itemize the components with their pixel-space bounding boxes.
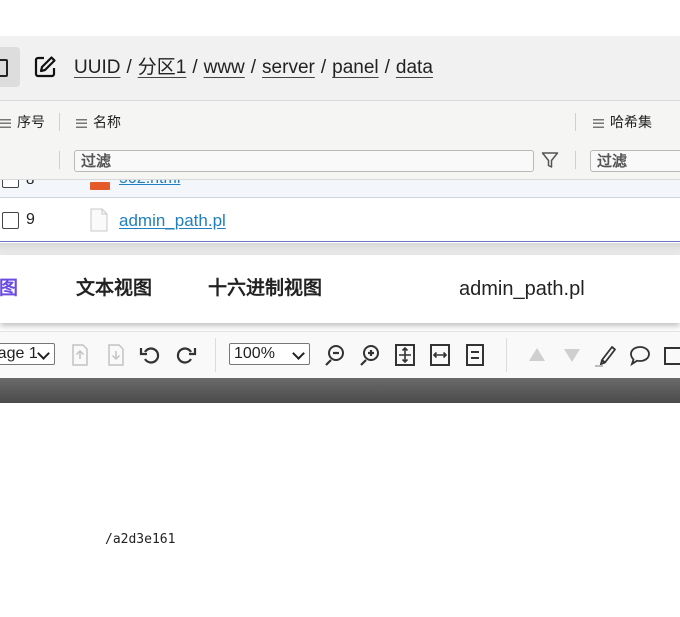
chevron-down-icon <box>292 347 305 360</box>
column-divider <box>575 151 576 169</box>
breadcrumb-segment-panel[interactable]: panel <box>332 57 379 78</box>
fit-width-icon[interactable] <box>428 343 452 367</box>
prev-page-icon[interactable] <box>68 343 92 367</box>
shape-tool-icon[interactable] <box>662 343 680 367</box>
column-divider <box>59 151 60 169</box>
column-label: 名称 <box>93 114 121 130</box>
tab-text-view[interactable]: 文本视图 <box>76 275 152 303</box>
column-divider[interactable] <box>575 113 576 131</box>
chevron-down-icon <box>37 347 50 360</box>
breadcrumb-segment-data[interactable]: data <box>396 57 433 78</box>
viewer-tabbar: 视图 文本视图 十六进制视图 admin_path.pl <box>0 255 680 323</box>
document-content: /a2d3e161 <box>105 532 176 547</box>
page-select-value: Page 1 <box>0 345 38 362</box>
name-filter-input[interactable]: 过滤 <box>74 150 534 172</box>
row-checkbox[interactable] <box>2 212 19 229</box>
column-menu-icon[interactable] <box>76 118 87 128</box>
row-checkbox[interactable] <box>2 180 19 188</box>
page-select[interactable]: Page 1 <box>0 343 55 365</box>
table-row[interactable]: 9 admin_path.pl <box>0 198 680 242</box>
toolbar-divider <box>215 338 216 372</box>
top-spacer <box>0 0 680 36</box>
row-index: 9 <box>26 211 35 228</box>
panel-divider <box>0 243 680 255</box>
breadcrumb-separator: / <box>384 57 390 78</box>
row-index: 8 <box>26 180 34 188</box>
file-link[interactable]: 502.html <box>119 180 180 188</box>
column-divider[interactable] <box>59 113 60 131</box>
zoom-out-icon[interactable] <box>323 343 347 367</box>
tab-view[interactable]: 视图 <box>0 275 18 303</box>
pdf-toolbar: Page 1 100% <box>0 331 680 379</box>
column-header-name[interactable]: 名称 <box>76 101 121 143</box>
table-row[interactable]: 8 502.html <box>0 180 680 198</box>
rotate-counterclockwise-icon[interactable] <box>138 343 162 367</box>
column-header-index[interactable]: 序号 <box>0 101 45 143</box>
tab-hex-view[interactable]: 十六进制视图 <box>208 275 322 303</box>
next-page-icon[interactable] <box>104 343 128 367</box>
column-menu-icon[interactable] <box>593 118 604 128</box>
column-label: 哈希集 <box>610 114 652 130</box>
previous-result-icon[interactable] <box>525 343 549 367</box>
html-file-icon <box>90 182 110 190</box>
breadcrumb-segment-uuid[interactable]: UUID <box>74 57 120 78</box>
breadcrumb-segment-www[interactable]: www <box>204 57 245 78</box>
filter-icon[interactable] <box>541 151 559 169</box>
breadcrumb-separator: / <box>126 57 132 78</box>
breadcrumb-separator: / <box>320 57 327 78</box>
document-viewer-border <box>0 378 680 403</box>
document-page <box>0 403 680 617</box>
next-result-icon[interactable] <box>560 343 584 367</box>
edit-icon[interactable] <box>33 55 57 79</box>
zoom-in-icon[interactable] <box>358 343 382 367</box>
highlight-pen-icon[interactable] <box>594 343 618 367</box>
comment-icon[interactable] <box>628 343 652 367</box>
viewer-file-name: admin_path.pl <box>459 278 585 300</box>
zoom-select-value: 100% <box>234 345 275 362</box>
hashset-filter-input[interactable]: 过滤 <box>590 150 680 172</box>
breadcrumb: UUID / 分区1/www / server / panel / data <box>74 55 433 81</box>
column-menu-icon[interactable] <box>0 118 11 128</box>
file-link[interactable]: admin_path.pl <box>119 211 226 231</box>
file-icon <box>90 208 108 232</box>
fit-page-icon[interactable] <box>393 343 417 367</box>
single-page-icon[interactable] <box>463 343 487 367</box>
column-header-hashset[interactable]: 哈希集 <box>593 101 652 143</box>
copy-button[interactable] <box>0 47 20 87</box>
table-header: 序号 名称 哈希集 <box>0 100 680 144</box>
breadcrumb-separator: / <box>250 57 257 78</box>
breadcrumb-segment-partition[interactable]: 分区1 <box>138 57 187 78</box>
toolbar-divider <box>506 338 507 372</box>
filter-row: 过滤 过滤 <box>0 143 680 180</box>
breadcrumb-segment-server[interactable]: server <box>262 57 315 78</box>
rotate-clockwise-icon[interactable] <box>174 343 198 367</box>
copy-icon <box>0 59 8 77</box>
column-label: 序号 <box>17 114 45 130</box>
breadcrumb-separator: / <box>192 57 198 78</box>
zoom-select[interactable]: 100% <box>229 343 310 365</box>
